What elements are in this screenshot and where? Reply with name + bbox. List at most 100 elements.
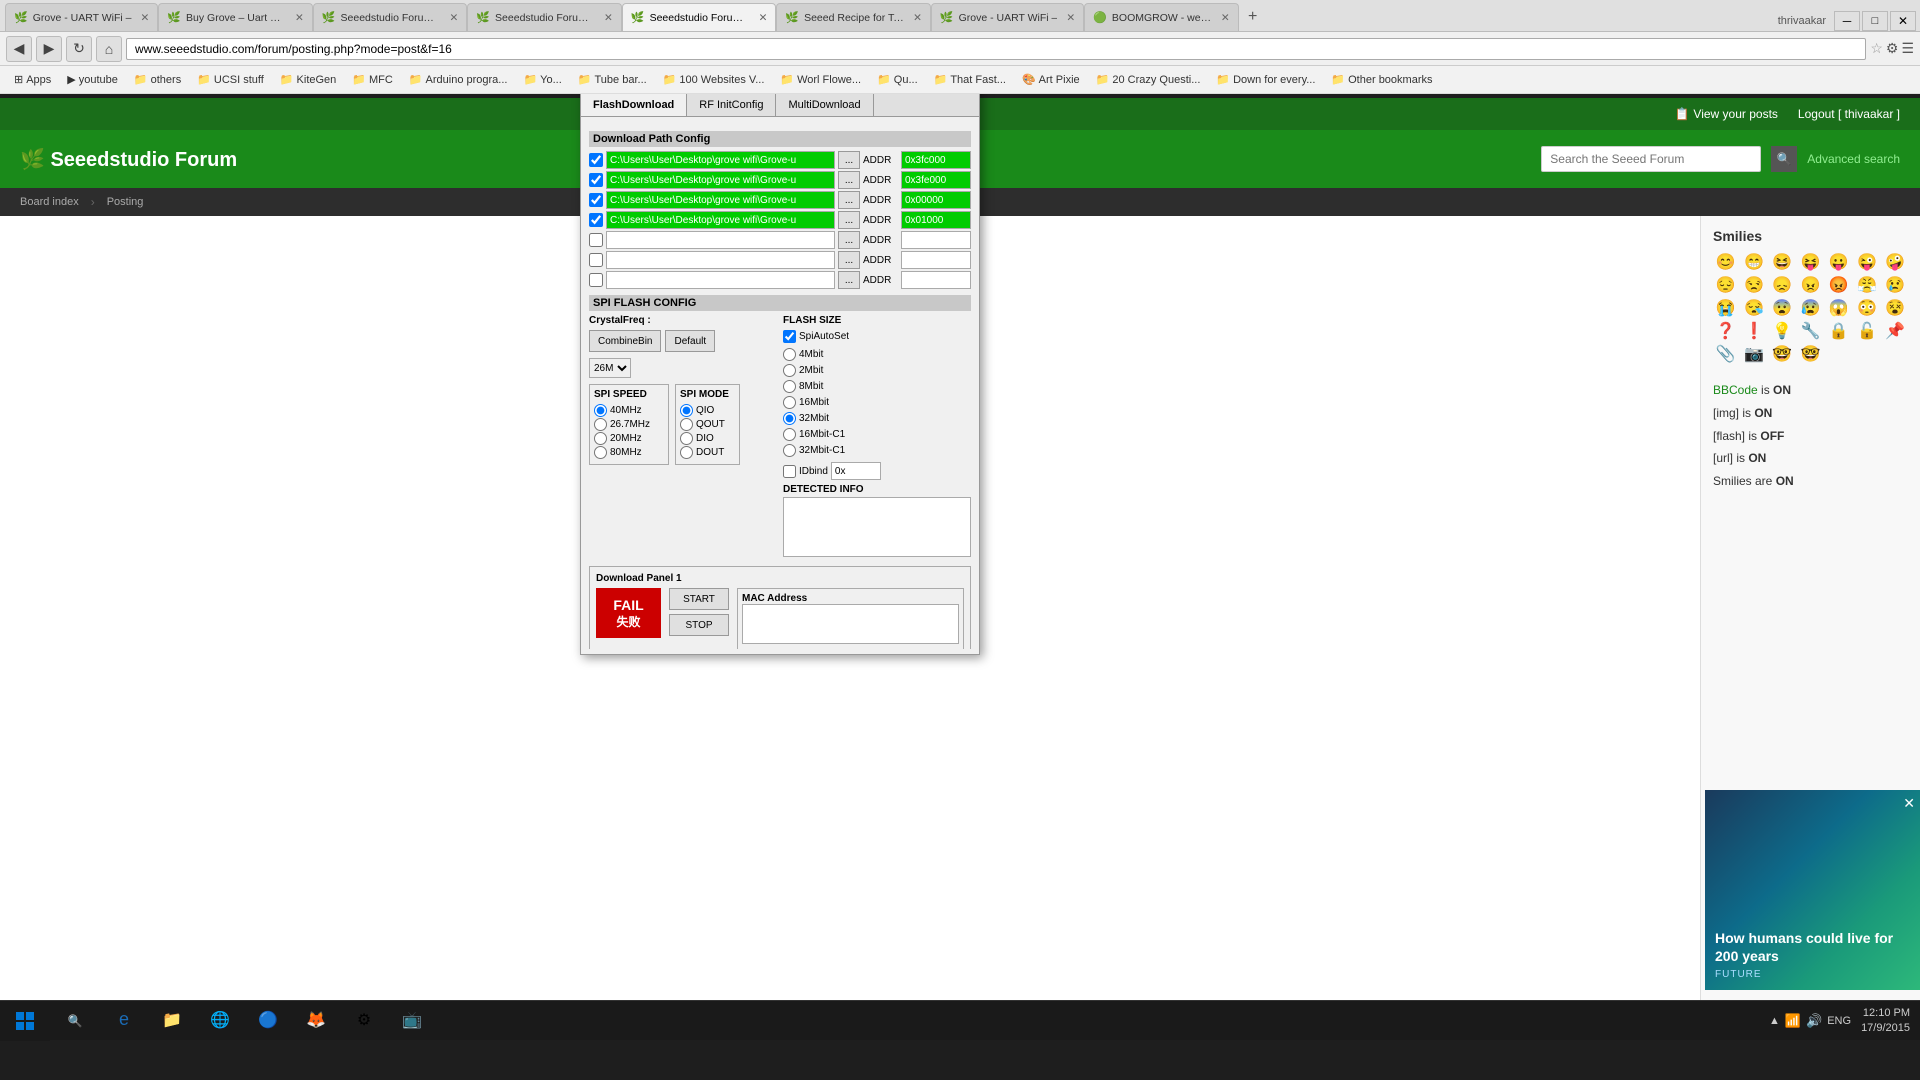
smiley-28[interactable]: 📌 [1883, 321, 1908, 341]
path-check-5[interactable] [589, 233, 603, 247]
crystal-freq-select[interactable]: 26M [589, 358, 631, 378]
smiley-25[interactable]: 🔧 [1798, 321, 1823, 341]
bookmark-down[interactable]: 📁Down for every... [1210, 71, 1321, 88]
smiley-5[interactable]: 😛 [1826, 252, 1851, 272]
bookmark-others[interactable]: 📁others [128, 71, 187, 88]
tab-close-8[interactable]: ✕ [1221, 12, 1230, 24]
smiley-22[interactable]: ❓ [1713, 321, 1738, 341]
smiley-17[interactable]: 😨 [1770, 298, 1795, 318]
settings-icon[interactable]: ⚙ [1886, 40, 1899, 57]
taskbar-search-button[interactable]: 🔍 [50, 1001, 100, 1041]
path-check-7[interactable] [589, 273, 603, 287]
flash-size-32mbit-c1[interactable]: 32Mbit-C1 [783, 444, 971, 457]
reload-button[interactable]: ↻ [66, 36, 92, 62]
spi-speed-20mhz[interactable]: 20MHz [594, 432, 664, 445]
smiley-29[interactable]: 📎 [1713, 344, 1738, 364]
taskbar-app-explorer[interactable]: 📁 [148, 1001, 196, 1041]
flash-size-2mbit[interactable]: 2Mbit [783, 364, 971, 377]
address-bar[interactable] [126, 38, 1866, 60]
flash-size-8mbit[interactable]: 8Mbit [783, 380, 971, 393]
path-input-6[interactable] [606, 251, 835, 269]
forum-search-input[interactable] [1541, 146, 1761, 172]
mac-address-textarea[interactable] [742, 604, 959, 644]
forum-search-button[interactable]: 🔍 [1771, 146, 1797, 172]
smiley-15[interactable]: 😭 [1713, 298, 1738, 318]
forward-button[interactable]: ▶ [36, 36, 62, 62]
taskbar-app-app2[interactable]: 📺 [388, 1001, 436, 1041]
bookmark-worl[interactable]: 📁Worl Flowe... [774, 71, 867, 88]
smiley-12[interactable]: 😡 [1826, 275, 1851, 295]
spi-mode-dio[interactable]: DIO [680, 432, 735, 445]
path-browse-3[interactable]: ... [838, 191, 860, 209]
tab-close-5[interactable]: ✕ [759, 12, 768, 24]
smiley-14[interactable]: 😢 [1883, 275, 1908, 295]
tab-close-1[interactable]: ✕ [141, 12, 150, 24]
bookmark-other[interactable]: 📁Other bookmarks [1325, 71, 1438, 88]
smiley-4[interactable]: 😝 [1798, 252, 1823, 272]
smiley-23[interactable]: ❗ [1741, 321, 1766, 341]
smiley-16[interactable]: 😪 [1741, 298, 1766, 318]
tab-close-6[interactable]: ✕ [913, 12, 922, 24]
ad-close-button[interactable]: ✕ [1903, 795, 1915, 812]
taskbar-app-edge[interactable]: 🌐 [196, 1001, 244, 1041]
browser-tab-4[interactable]: 🌿 Seeedstudio Forum – ✕ [467, 3, 622, 31]
minimize-button[interactable]: ─ [1834, 11, 1860, 31]
tab-close-2[interactable]: ✕ [295, 12, 304, 24]
bookmark-kitegen[interactable]: 📁KiteGen [274, 71, 342, 88]
path-browse-1[interactable]: ... [838, 151, 860, 169]
path-input-7[interactable] [606, 271, 835, 289]
addr-input-6[interactable] [901, 251, 971, 269]
tab-close-4[interactable]: ✕ [604, 12, 613, 24]
idbind-input[interactable] [831, 462, 881, 480]
spi-mode-dout[interactable]: DOUT [680, 446, 735, 459]
bookmark-mfc[interactable]: 📁MFC [346, 71, 399, 88]
bookmark-ucsi[interactable]: 📁UCSI stuff [191, 71, 270, 88]
advanced-search-link[interactable]: Advanced search [1807, 152, 1900, 166]
start-button[interactable]: START [669, 588, 729, 610]
bookmark-apps[interactable]: ⊞Apps [8, 71, 57, 88]
spi-speed-80mhz[interactable]: 80MHz [594, 446, 664, 459]
close-button[interactable]: ✕ [1890, 11, 1916, 31]
path-input-4[interactable] [606, 211, 835, 229]
flash-size-16mbit-c1[interactable]: 16Mbit-C1 [783, 428, 971, 441]
smiley-27[interactable]: 🔓 [1854, 321, 1879, 341]
flash-size-32mbit[interactable]: 32Mbit [783, 412, 971, 425]
smiley-9[interactable]: 😒 [1741, 275, 1766, 295]
smiley-7[interactable]: 🤪 [1883, 252, 1908, 272]
browser-tab-5[interactable]: 🌿 Seeedstudio Forum – ✕ [622, 3, 777, 31]
browser-tab-2[interactable]: 🌿 Buy Grove – Uart Wi... ✕ [158, 3, 313, 31]
bookmark-artpixie[interactable]: 🎨Art Pixie [1016, 71, 1086, 88]
combine-bin-button[interactable]: CombineBin [589, 330, 661, 352]
smiley-30[interactable]: 📷 [1741, 344, 1766, 364]
addr-input-5[interactable] [901, 231, 971, 249]
path-browse-5[interactable]: ... [838, 231, 860, 249]
start-button[interactable] [0, 1001, 50, 1041]
idbind-checkbox[interactable] [783, 465, 796, 478]
flash-size-16mbit[interactable]: 16Mbit [783, 396, 971, 409]
smiley-32[interactable]: 🤓 [1798, 344, 1823, 364]
smiley-13[interactable]: 😤 [1854, 275, 1879, 295]
bookmark-yo[interactable]: 📁Yo... [517, 71, 567, 88]
bookmark-that[interactable]: 📁That Fast... [928, 71, 1012, 88]
browser-profile[interactable]: thrivaakar [1772, 13, 1832, 29]
stop-button[interactable]: STOP [669, 614, 729, 636]
path-browse-4[interactable]: ... [838, 211, 860, 229]
spi-mode-qio[interactable]: QIO [680, 404, 735, 417]
smiley-2[interactable]: 😁 [1741, 252, 1766, 272]
path-input-2[interactable] [606, 171, 835, 189]
addr-input-2[interactable] [901, 171, 971, 189]
path-browse-7[interactable]: ... [838, 271, 860, 289]
nav-forum-home[interactable]: Board index [10, 191, 89, 213]
back-button[interactable]: ◀ [6, 36, 32, 62]
smiley-24[interactable]: 💡 [1770, 321, 1795, 341]
browser-tab-7[interactable]: 🌿 Grove - UART WiFi – ✕ [931, 3, 1084, 31]
view-posts-link[interactable]: 📋 View your posts [1674, 107, 1777, 121]
bookmark-100[interactable]: 📁100 Websites V... [657, 71, 771, 88]
browser-tab-8[interactable]: 🟢 BOOMGROW - wee... ✕ [1084, 3, 1239, 31]
bookmark-20crazy[interactable]: 📁20 Crazy Questi... [1090, 71, 1207, 88]
bookmark-youtube[interactable]: ▶youtube [61, 71, 124, 88]
bookmark-arduino[interactable]: 📁Arduino progra... [403, 71, 514, 88]
flash-tab-download[interactable]: FlashDownload [581, 94, 687, 116]
smiley-11[interactable]: 😠 [1798, 275, 1823, 295]
smiley-6[interactable]: 😜 [1854, 252, 1879, 272]
